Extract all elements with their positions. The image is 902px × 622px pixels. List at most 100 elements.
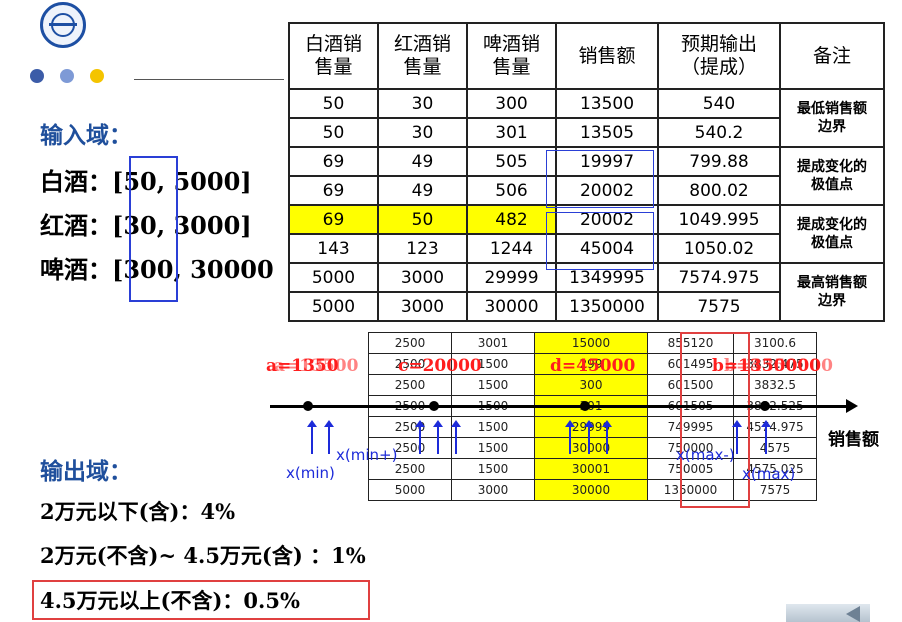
- label-xmin: x(min): [286, 464, 335, 482]
- axis-label: 销售额: [828, 430, 879, 450]
- arrow-up-icon: [451, 420, 461, 454]
- column-header: 预期输出 （提成）: [657, 22, 781, 90]
- range-label: 红酒：: [40, 211, 112, 240]
- cell: 13505: [555, 117, 659, 148]
- range-label: 白酒：: [40, 167, 112, 196]
- axis-point-c: [429, 401, 439, 411]
- axis-point-b: [760, 401, 770, 411]
- cell: 540.2: [657, 117, 781, 148]
- output-domain-heading: 输出域：: [40, 458, 132, 485]
- cell: 300: [534, 374, 648, 396]
- table-header-row: 白酒销 售量 红酒销 售量 啤酒销 售量 销售额 预期输出 （提成） 备注: [288, 22, 885, 90]
- cell: 69: [288, 204, 379, 235]
- cell: 540: [657, 88, 781, 119]
- cell: 3000: [377, 291, 468, 322]
- cell: 799.88: [657, 146, 781, 177]
- label-c: c=20000: [398, 356, 482, 376]
- axis-arrow-icon: [846, 399, 858, 413]
- label-a-overlap: a=13500: [274, 356, 359, 376]
- output-high-box: [32, 580, 370, 620]
- cell: 50: [288, 117, 379, 148]
- cell: 3000: [451, 479, 535, 501]
- cell: 30: [377, 88, 468, 119]
- cell: 15000: [534, 332, 648, 354]
- threshold-box-20000: [546, 150, 654, 208]
- cell: 1500: [451, 458, 535, 480]
- note-cell: 提成变化的 极值点: [779, 204, 885, 264]
- cell: 3000: [377, 262, 468, 293]
- cell: 13500: [555, 88, 659, 119]
- note-cell: 最低销售额 边界: [779, 88, 885, 148]
- cell: 30: [377, 117, 468, 148]
- note-cell: 提成变化的 极值点: [779, 146, 885, 206]
- column-header: 备注: [779, 22, 885, 90]
- cell: 69: [288, 175, 379, 206]
- decor-dot-blue: [30, 69, 44, 83]
- label-d: d=45000: [550, 356, 636, 376]
- table-row: 50 30 300 13500 540 最低销售额 边界: [288, 88, 885, 148]
- cell: 50: [288, 88, 379, 119]
- cell: 29999: [466, 262, 557, 293]
- cell: 1244: [466, 233, 557, 264]
- cell: 300: [466, 88, 557, 119]
- column-header: 红酒销 售量: [377, 22, 468, 90]
- cell: 2500: [368, 374, 452, 396]
- cell: 30001: [534, 458, 648, 480]
- cell: 1500: [451, 374, 535, 396]
- cell: 7574.975: [657, 262, 781, 293]
- output-rate-low: 2万元以下(含)：4%: [40, 499, 236, 524]
- label-b-overlap: b=4350000: [724, 356, 833, 376]
- label-xmax-minus: x(max-): [676, 446, 735, 464]
- arrow-up-icon: [565, 420, 575, 454]
- arrow-up-icon: [602, 420, 612, 454]
- cell: 30000: [466, 291, 557, 322]
- triangle-left-icon: [846, 606, 860, 622]
- range-label: 啤酒：: [40, 255, 112, 284]
- cell: 3001: [451, 332, 535, 354]
- cell: 505: [466, 146, 557, 177]
- cell: 506: [466, 175, 557, 206]
- arrow-up-icon: [433, 420, 443, 454]
- cell: 1350000: [555, 291, 659, 322]
- cell: 1050.02: [657, 233, 781, 264]
- axis-point-a: [303, 401, 313, 411]
- cell: 7575: [657, 291, 781, 322]
- label-xmax: x(max): [742, 465, 796, 483]
- arrow-up-icon: [584, 420, 594, 454]
- cell: 49: [377, 175, 468, 206]
- header-rule: [134, 79, 284, 80]
- threshold-box-45000: [546, 212, 654, 270]
- cell: 301: [466, 117, 557, 148]
- arrow-up-icon: [415, 420, 425, 454]
- column-header: 白酒销 售量: [288, 22, 379, 90]
- cell: 1500: [451, 437, 535, 459]
- university-logo: [40, 2, 86, 48]
- cell: 30000: [534, 479, 648, 501]
- cell: 49: [377, 146, 468, 177]
- cell: 1049.995: [657, 204, 781, 235]
- axis-point-d: [580, 401, 590, 411]
- cell: 69: [288, 146, 379, 177]
- cell: 5000: [288, 291, 379, 322]
- logo-bar: [49, 23, 77, 26]
- cell: 5000: [288, 262, 379, 293]
- arrow-up-icon: [324, 420, 334, 454]
- cell: 50: [377, 204, 468, 235]
- decor-dot-light-blue: [60, 69, 74, 83]
- column-header: 啤酒销 售量: [466, 22, 557, 90]
- arrow-up-icon: [761, 420, 771, 454]
- cell: 5000: [368, 479, 452, 501]
- output-rate-mid: 2万元(不含)~ 4.5万元(含) ：1%: [40, 543, 366, 568]
- note-cell: 最高销售额 边界: [779, 262, 885, 322]
- column-header: 销售额: [555, 22, 659, 90]
- label-xmin-plus: x(min+): [336, 446, 398, 464]
- cell: 123: [377, 233, 468, 264]
- decor-dot-yellow: [90, 69, 104, 83]
- cell: 800.02: [657, 175, 781, 206]
- lower-bound-box: [129, 156, 178, 302]
- cell: 143: [288, 233, 379, 264]
- cell: 482: [466, 204, 557, 235]
- arrow-up-icon: [732, 420, 742, 454]
- arrow-up-icon: [307, 420, 317, 454]
- cell: 30000: [534, 437, 648, 459]
